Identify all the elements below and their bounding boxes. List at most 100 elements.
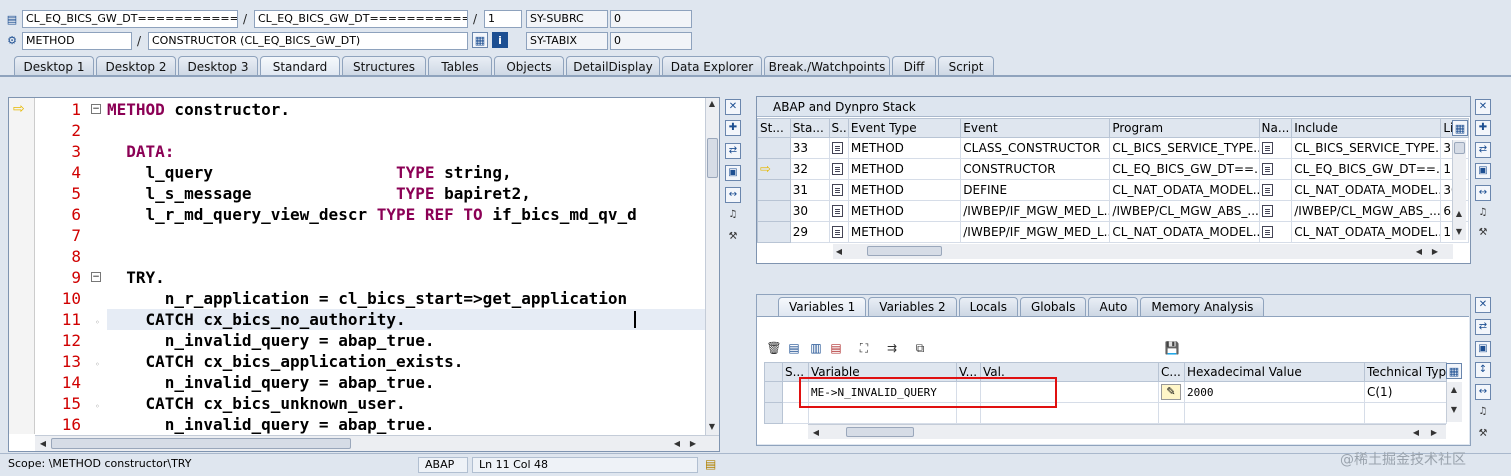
- change-cell[interactable]: ✎: [1158, 381, 1185, 403]
- tab-memory-analysis[interactable]: Memory Analysis: [1140, 297, 1265, 316]
- resize-icon[interactable]: ↔: [1475, 185, 1491, 201]
- nav-icon[interactable]: [1258, 200, 1293, 222]
- scroll-down-icon[interactable]: ▼: [706, 421, 718, 433]
- editor-horizontal-scrollbar[interactable]: ◀ ◀ ▶: [35, 435, 719, 451]
- scroll-thumb[interactable]: [51, 438, 351, 449]
- info-icon[interactable]: i: [492, 32, 508, 48]
- row-selector[interactable]: [757, 221, 791, 243]
- column-header[interactable]: Na...: [1258, 118, 1293, 138]
- swap-tool-icon[interactable]: ⇄: [1475, 142, 1491, 158]
- resize-icon[interactable]: ↔: [1475, 384, 1491, 400]
- scroll-left-icon[interactable]: ◀: [810, 427, 822, 439]
- table-row[interactable]: 31 METHOD DEFINE CL_NAT_ODATA_MODEL... C…: [757, 179, 1469, 201]
- tab-diff[interactable]: Diff: [892, 56, 936, 76]
- scroll-thumb[interactable]: [1454, 142, 1465, 154]
- scroll-right-icon[interactable]: ▶: [687, 438, 699, 450]
- doc-icon[interactable]: [828, 200, 849, 222]
- new-tool-icon[interactable]: ✚: [1475, 120, 1491, 136]
- fold-toggle-icon[interactable]: −: [91, 272, 101, 282]
- column-header[interactable]: Hexadecimal Value: [1184, 362, 1365, 382]
- scroll-left-icon[interactable]: ◀: [833, 246, 845, 258]
- swap-tool-icon[interactable]: ⇄: [725, 143, 741, 159]
- maximize-icon[interactable]: ▣: [1475, 341, 1491, 357]
- column-header[interactable]: Include: [1291, 118, 1442, 138]
- structure-icon[interactable]: ▦: [472, 32, 488, 48]
- services-icon[interactable]: ♫: [1475, 405, 1491, 421]
- tab-breakpoints[interactable]: Break./Watchpoints: [764, 56, 890, 76]
- stack-horizontal-scrollbar[interactable]: ◀ ◀ ▶: [833, 244, 1453, 259]
- resize-icon[interactable]: ↔: [725, 187, 741, 203]
- column-header[interactable]: Program: [1109, 118, 1260, 138]
- tab-objects[interactable]: Objects: [494, 56, 564, 76]
- scroll-up-icon[interactable]: ▲: [1453, 208, 1465, 220]
- row-selector[interactable]: [764, 381, 783, 403]
- scroll-right-icon[interactable]: ▶: [1429, 246, 1441, 258]
- maximize-icon[interactable]: ▣: [1475, 163, 1491, 179]
- scroll-up-icon[interactable]: ▲: [706, 98, 718, 110]
- scroll-up-icon[interactable]: ▲: [1448, 384, 1460, 396]
- new-tool-icon[interactable]: ✚: [725, 120, 741, 136]
- tab-desktop-2[interactable]: Desktop 2: [96, 56, 176, 76]
- close-icon[interactable]: ✕: [1475, 297, 1491, 313]
- table-row[interactable]: 29 METHOD /IWBEP/IF_MGW_MED_L... CL_NAT_…: [757, 221, 1469, 243]
- collapse-icon[interactable]: ↕: [1475, 362, 1491, 378]
- row-selector[interactable]: [757, 200, 791, 222]
- tab-detaildisplay[interactable]: DetailDisplay: [566, 56, 660, 76]
- doc-icon[interactable]: [828, 221, 849, 243]
- class-field-1[interactable]: CL_EQ_BICS_GW_DT===============: [22, 10, 238, 28]
- row-selector[interactable]: ⇨: [757, 158, 791, 180]
- tab-auto[interactable]: Auto: [1088, 297, 1139, 316]
- tab-data-explorer[interactable]: Data Explorer: [662, 56, 762, 76]
- tab-variables-2[interactable]: Variables 2: [868, 297, 957, 316]
- row-selector-header[interactable]: [764, 362, 783, 382]
- tab-structures[interactable]: Structures: [342, 56, 426, 76]
- transfer-icon[interactable]: ⇉: [884, 340, 900, 356]
- services-icon[interactable]: ♫: [725, 208, 741, 224]
- tab-desktop-1[interactable]: Desktop 1: [14, 56, 94, 76]
- class-field-2[interactable]: CL_EQ_BICS_GW_DT===============: [254, 10, 468, 28]
- tab-variables-1[interactable]: Variables 1: [778, 297, 867, 316]
- variables-vertical-scrollbar[interactable]: ▲ ▼: [1446, 382, 1462, 422]
- scroll-left-icon[interactable]: ◀: [37, 438, 49, 450]
- scroll-thumb[interactable]: [846, 427, 914, 437]
- edit-pencil-icon[interactable]: ✎: [1161, 384, 1181, 400]
- swap-tool-icon[interactable]: ⇄: [1475, 319, 1491, 335]
- services-icon[interactable]: ♫: [1475, 206, 1491, 222]
- scroll-down-icon[interactable]: ▼: [1448, 404, 1460, 416]
- type-field[interactable]: METHOD: [22, 32, 132, 50]
- settings-icon[interactable]: ⚒: [1475, 226, 1491, 242]
- load-list-icon[interactable]: ▤: [828, 340, 844, 356]
- column-header[interactable]: Event: [960, 118, 1111, 138]
- delete-icon[interactable]: 🗑: [766, 340, 782, 356]
- tab-globals[interactable]: Globals: [1019, 297, 1087, 316]
- note-icon[interactable]: ▤: [705, 457, 716, 471]
- maximize-icon[interactable]: ▣: [725, 165, 741, 181]
- copy-icon[interactable]: ⧉: [912, 340, 928, 356]
- table-row[interactable]: ⇨ 32 METHOD CONSTRUCTOR CL_EQ_BICS_GW_DT…: [757, 158, 1469, 180]
- nav-icon[interactable]: [1258, 179, 1293, 201]
- doc-icon[interactable]: [828, 158, 849, 180]
- scroll-down-icon[interactable]: ▼: [1453, 226, 1465, 238]
- column-header[interactable]: St...: [757, 118, 791, 138]
- tab-standard[interactable]: Standard: [260, 56, 340, 76]
- nav-icon[interactable]: [1258, 137, 1293, 159]
- line-field[interactable]: 1: [484, 10, 522, 28]
- settings-icon[interactable]: ⚒: [725, 230, 741, 246]
- source-editor[interactable]: ⇨ 1 2 3 4 5 6 7 8 9 10 11 12 13 14 15 16…: [8, 97, 720, 452]
- editor-vertical-scrollbar[interactable]: ▲ ▼: [705, 98, 719, 435]
- scroll-right-icon[interactable]: ▶: [1428, 427, 1440, 439]
- column-settings-icon[interactable]: ▦: [1446, 363, 1462, 379]
- doc-icon[interactable]: [828, 137, 849, 159]
- fold-toggle-icon[interactable]: −: [91, 104, 101, 114]
- scroll-thumb[interactable]: [707, 138, 718, 178]
- nav-icon[interactable]: [1258, 158, 1293, 180]
- hierarchy-icon[interactable]: ⛶: [856, 340, 872, 356]
- save-list-icon[interactable]: ▥: [808, 340, 824, 356]
- variables-horizontal-scrollbar[interactable]: ◀ ◀ ▶: [808, 424, 1446, 439]
- column-header[interactable]: C...: [1158, 362, 1185, 382]
- column-header[interactable]: Sta...: [789, 118, 830, 138]
- scroll-left-icon[interactable]: ◀: [671, 438, 683, 450]
- nav-icon[interactable]: [1258, 221, 1293, 243]
- delete-all-icon[interactable]: ▤: [786, 340, 802, 356]
- tab-script[interactable]: Script: [938, 56, 994, 76]
